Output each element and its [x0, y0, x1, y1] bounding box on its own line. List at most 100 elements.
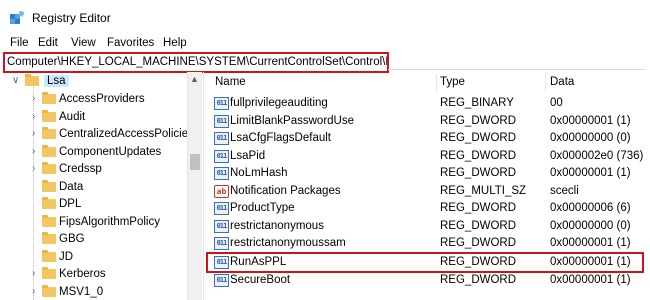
tree-item-label: Data — [59, 180, 84, 193]
value-name: LsaPid — [230, 149, 266, 162]
runasppl-highlight-box — [206, 252, 644, 273]
value-type: REG_DWORD — [440, 202, 517, 214]
value-type: REG_DWORD — [440, 132, 517, 144]
value-data: 0x00000001 (1) — [550, 114, 631, 127]
list-item[interactable]: 011 LsaCfgFlagsDefault REG_DWORD 0x00000… — [207, 130, 647, 148]
window-title: Registry Editor — [32, 11, 111, 25]
list-item[interactable]: 011 restrictanonymous REG_DWORD 0x000000… — [207, 218, 647, 236]
binary-value-icon: 011 — [214, 149, 229, 163]
menu-edit[interactable]: Edit — [38, 37, 58, 49]
binary-value-icon: 011 — [214, 237, 229, 250]
value-type: REG_DWORD — [440, 149, 517, 162]
value-name: NoLmHash — [230, 167, 288, 179]
list-item[interactable]: 011 fullprivilegeauditing REG_BINARY 00 — [207, 95, 647, 113]
scroll-up-icon[interactable]: ▲ — [190, 74, 199, 84]
value-data: 0x00000000 (0) — [550, 132, 631, 144]
value-data: 0x00000001 (1) — [550, 274, 631, 286]
value-data: scecli — [550, 184, 579, 197]
folder-icon — [42, 144, 56, 157]
folder-icon — [42, 284, 56, 297]
chevron-right-icon[interactable]: › — [32, 146, 35, 157]
list-item[interactable]: 011 LsaPid REG_DWORD 0x000002e0 (736) — [207, 148, 647, 166]
value-name: ProductType — [230, 202, 295, 214]
address-bar[interactable]: Computer\HKEY_LOCAL_MACHINE\SYSTEM\Curre… — [3, 52, 389, 73]
tree-scrollbar[interactable]: ▲ — [187, 72, 202, 300]
tree-item-label: Audit — [59, 110, 86, 123]
tree-item-label: Lsa — [44, 75, 69, 87]
value-type: REG_DWORD — [440, 237, 517, 249]
menu-bar: File Edit View Favorites Help — [0, 34, 650, 52]
tree-item-label: AccessProviders — [59, 93, 145, 105]
value-type: REG_DWORD — [440, 114, 517, 127]
menu-view[interactable]: View — [71, 37, 96, 49]
tree-item-label: ComponentUpdates — [59, 145, 162, 158]
folder-icon — [42, 249, 56, 262]
value-type: REG_MULTI_SZ — [440, 184, 527, 197]
chevron-right-icon[interactable]: › — [32, 268, 35, 279]
folder-icon — [25, 74, 39, 86]
value-type: REG_DWORD — [440, 274, 517, 286]
value-name: LimitBlankPasswordUse — [230, 114, 354, 127]
scroll-thumb[interactable] — [190, 154, 200, 170]
list-item[interactable]: 011 NoLmHash REG_DWORD 0x00000001 (1) — [207, 165, 647, 183]
folder-icon — [42, 214, 56, 227]
menu-favorites[interactable]: Favorites — [107, 37, 154, 49]
chevron-right-icon[interactable]: › — [32, 111, 35, 122]
address-bar-remainder[interactable] — [388, 55, 646, 70]
tree-item-label: JD — [59, 250, 74, 263]
chevron-right-icon[interactable]: › — [32, 93, 35, 104]
value-data: 0x00000000 (0) — [550, 219, 631, 232]
list-item[interactable]: ab Notification Packages REG_MULTI_SZ sc… — [207, 183, 647, 201]
column-divider[interactable] — [436, 74, 437, 92]
value-data: 00 — [550, 97, 563, 109]
column-header-type[interactable]: Type — [440, 76, 465, 88]
registry-editor-icon — [10, 11, 25, 24]
value-name: restrictanonymoussam — [230, 237, 346, 249]
menu-file[interactable]: File — [10, 37, 29, 49]
folder-icon — [42, 267, 56, 279]
folder-icon — [42, 162, 56, 174]
pane-splitter[interactable] — [203, 72, 204, 300]
tree-item-label: CentralizedAccessPolicies — [59, 128, 194, 140]
chevron-right-icon[interactable]: › — [32, 286, 35, 297]
value-name: fullprivilegeauditing — [230, 97, 328, 109]
folder-icon — [42, 197, 56, 209]
chevron-right-icon[interactable]: › — [32, 163, 35, 174]
tree-item-msv1_0[interactable]: › MSV1_0 — [0, 283, 186, 300]
tree-item-label: GBG — [59, 233, 85, 245]
column-header-data[interactable]: Data — [550, 76, 574, 88]
binary-value-icon: 011 — [214, 274, 229, 287]
value-type: REG_DWORD — [440, 167, 517, 179]
list-item[interactable]: 011 restrictanonymoussam REG_DWORD 0x000… — [207, 235, 647, 253]
folder-icon — [42, 127, 56, 139]
value-data: 0x00000001 (1) — [550, 237, 631, 249]
tree-item-label: Kerberos — [59, 268, 106, 280]
folder-icon — [42, 109, 56, 122]
list-item[interactable]: 011 ProductType REG_DWORD 0x00000006 (6) — [207, 200, 647, 218]
tree-item-label: MSV1_0 — [59, 285, 104, 298]
list-item[interactable]: 011 SecureBoot REG_DWORD 0x00000001 (1) — [207, 272, 647, 290]
value-name: SecureBoot — [230, 274, 291, 286]
tree-item-label: Credssp — [59, 163, 102, 175]
chevron-right-icon[interactable]: › — [32, 128, 35, 139]
value-type: REG_BINARY — [440, 97, 514, 109]
menu-help[interactable]: Help — [163, 37, 187, 49]
chevron-down-icon[interactable]: ∨ — [12, 75, 19, 86]
tree-item-label: FipsAlgorithmPolicy — [59, 215, 160, 228]
folder-icon — [42, 92, 56, 104]
title-bar: Registry Editor — [0, 0, 650, 34]
tree-item-lsa[interactable]: ∨ Lsa — [0, 72, 186, 92]
value-name: LsaCfgFlagsDefault — [230, 132, 331, 144]
value-name: Notification Packages — [230, 184, 341, 197]
binary-value-icon: 011 — [214, 114, 229, 128]
column-header-name[interactable]: Name — [215, 76, 246, 88]
value-data: 0x00000001 (1) — [550, 167, 631, 179]
key-tree: ∨ Lsa › AccessProviders › Audit › Centra… — [0, 72, 200, 300]
binary-value-icon: 011 — [214, 97, 229, 110]
value-type: REG_DWORD — [440, 219, 517, 232]
column-divider[interactable] — [545, 74, 546, 92]
binary-value-icon: 011 — [214, 202, 229, 215]
list-item[interactable]: 011 LimitBlankPasswordUse REG_DWORD 0x00… — [207, 113, 647, 131]
tree-item-label: DPL — [59, 198, 82, 210]
value-name: restrictanonymous — [230, 219, 324, 232]
